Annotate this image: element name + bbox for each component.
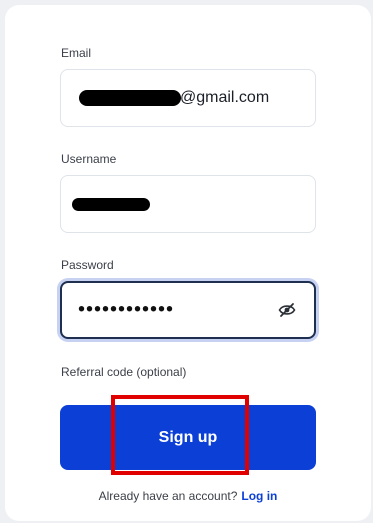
login-link[interactable]: Log in — [241, 489, 277, 503]
eye-off-icon[interactable] — [278, 302, 296, 318]
referral-code-label: Referral code (optional) — [61, 365, 187, 379]
email-label: Email — [61, 46, 92, 60]
redacted-email-local-part — [79, 90, 181, 106]
login-prompt-row: Already have an account? Log in — [5, 489, 371, 503]
signup-card: Email @gmail.com Username Password •••••… — [5, 5, 371, 521]
login-prompt-text: Already have an account? — [98, 489, 238, 503]
password-field[interactable]: •••••••••••• — [60, 281, 316, 339]
username-field[interactable] — [60, 175, 316, 233]
sign-up-button[interactable]: Sign up — [60, 405, 316, 470]
username-label: Username — [61, 152, 117, 166]
password-label: Password — [61, 258, 114, 272]
email-domain-text: @gmail.com — [180, 89, 270, 106]
email-field[interactable]: @gmail.com — [60, 69, 316, 127]
redacted-username — [72, 198, 150, 211]
password-masked-value: •••••••••••• — [78, 298, 175, 321]
